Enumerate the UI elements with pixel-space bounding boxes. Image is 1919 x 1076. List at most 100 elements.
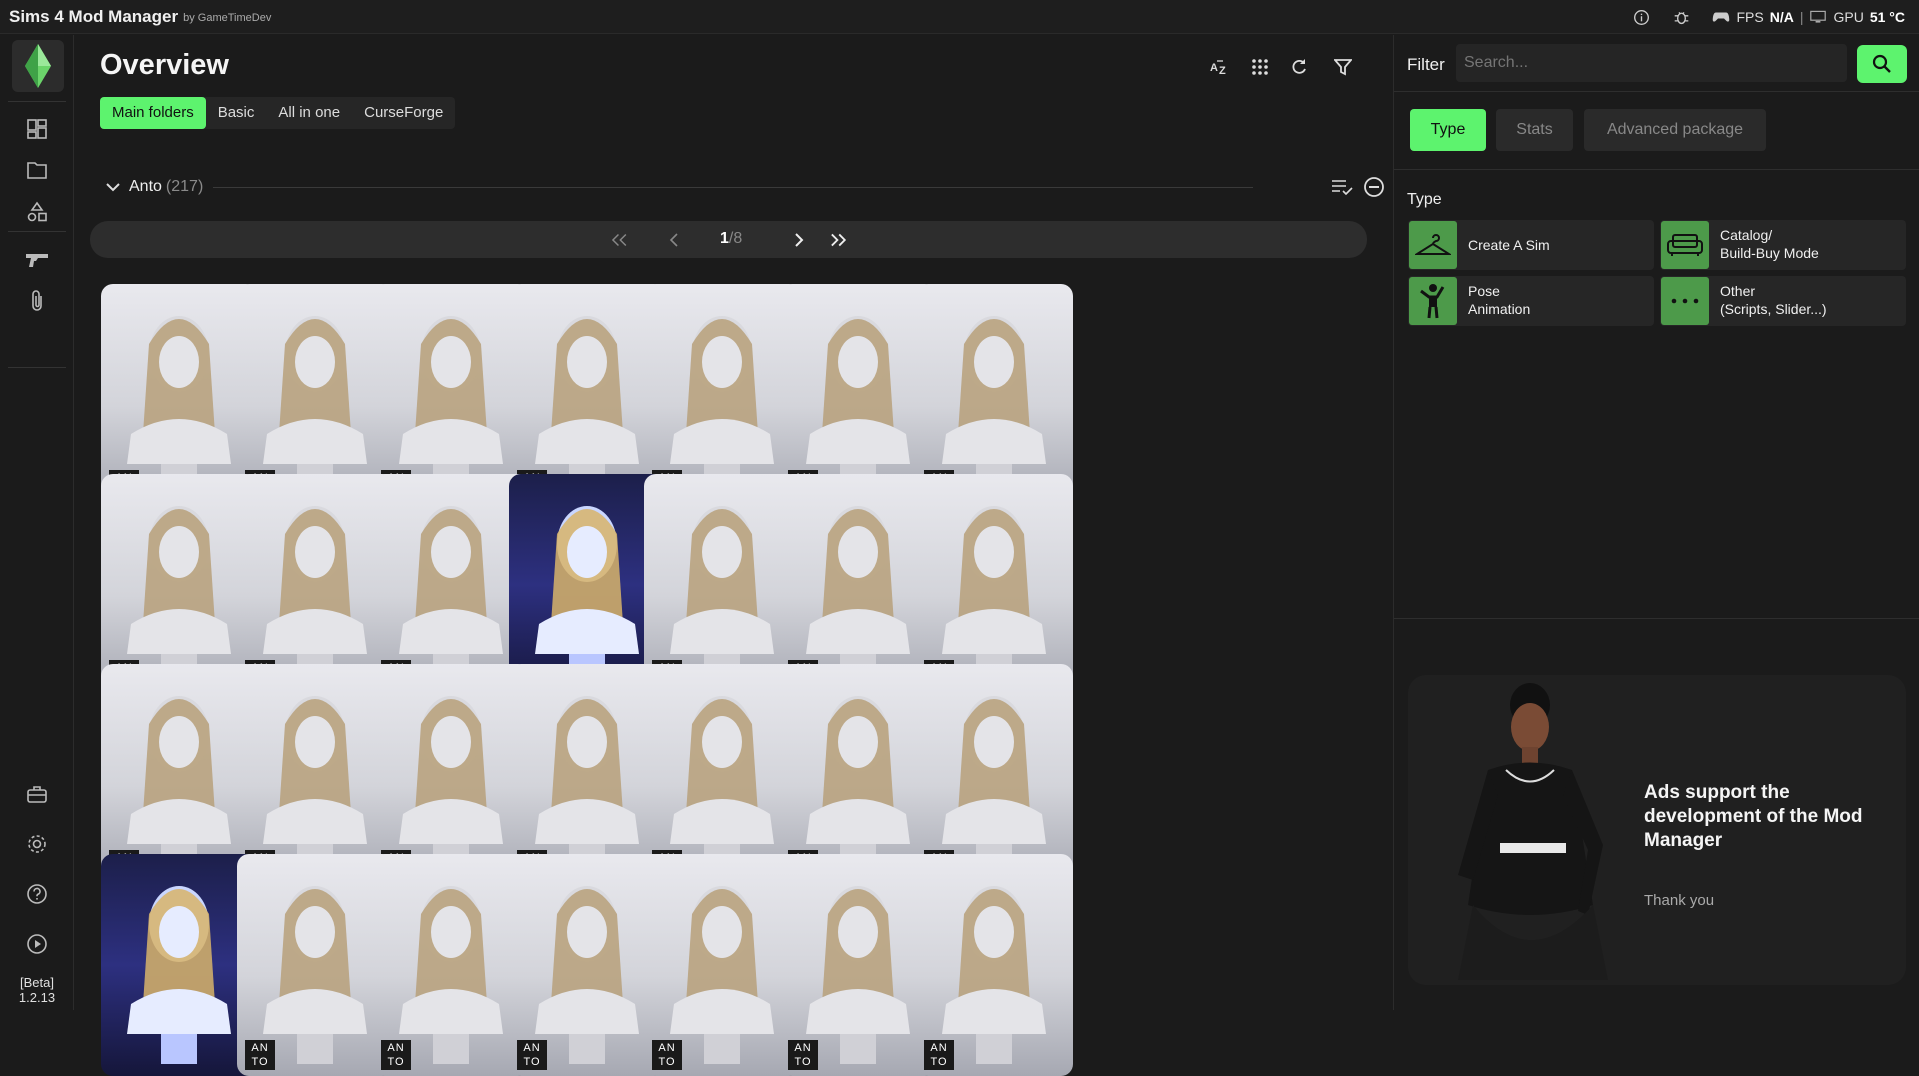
ad-title: Ads support the development of the Mod M… xyxy=(1644,782,1863,851)
grid-view-icon[interactable] xyxy=(1245,52,1275,82)
mod-card[interactable]: AN TO xyxy=(780,664,937,886)
sidebar-divider xyxy=(8,101,66,102)
info-icon[interactable] xyxy=(1632,8,1650,26)
type-create-a-sim[interactable]: Create A Sim xyxy=(1408,220,1654,270)
mannequin-thumbnail xyxy=(127,886,231,1064)
deselect-all-icon[interactable] xyxy=(1362,175,1386,199)
mod-card[interactable] xyxy=(101,854,258,1076)
tab-all-in-one[interactable]: All in one xyxy=(266,97,352,129)
mod-card[interactable]: AN TO xyxy=(101,474,258,696)
type-pose-animation[interactable]: Pose Animation xyxy=(1408,276,1654,326)
gun-icon[interactable] xyxy=(22,245,52,275)
ad-banner[interactable]: Ads support the development of the Mod M… xyxy=(1408,675,1906,985)
mod-card[interactable]: AN TO xyxy=(373,664,530,886)
type-catalog-build-buy[interactable]: Catalog/ Build-Buy Mode xyxy=(1660,220,1906,270)
panel-divider xyxy=(1394,91,1919,92)
last-page-icon[interactable] xyxy=(830,228,854,252)
mannequin-thumbnail xyxy=(535,506,639,684)
sofa-icon xyxy=(1661,221,1709,269)
total-pages: /8 xyxy=(728,230,743,247)
version-info: [Beta] 1.2.13 xyxy=(0,975,74,1005)
bug-icon[interactable] xyxy=(1672,8,1690,26)
tab-main-folders[interactable]: Main folders xyxy=(100,97,206,129)
mod-card[interactable]: AN TO xyxy=(509,854,666,1076)
type-section-title: Type xyxy=(1407,191,1442,208)
gpu-label: GPU xyxy=(1833,9,1864,25)
next-page-icon[interactable] xyxy=(787,228,811,252)
section-count: (217) xyxy=(165,178,204,195)
monitor-icon xyxy=(1809,8,1827,26)
mod-card[interactable]: AN TO xyxy=(644,664,801,886)
main-content: Overview AZ Main folders Basic All in on… xyxy=(75,35,1462,1076)
mod-card[interactable]: AN TO xyxy=(373,854,530,1076)
type-other[interactable]: Other (Scripts, Slider...) xyxy=(1660,276,1906,326)
tab-type[interactable]: Type xyxy=(1410,109,1486,151)
section-header[interactable]: Anto (217) xyxy=(105,172,1413,202)
tab-advanced-package[interactable]: Advanced package xyxy=(1584,109,1766,151)
gpu-value: 51 °C xyxy=(1869,9,1905,25)
mod-card[interactable]: AN TO xyxy=(509,284,666,506)
mod-card[interactable]: AN TO xyxy=(509,664,666,886)
prev-page-icon[interactable] xyxy=(662,228,686,252)
mod-card[interactable] xyxy=(509,474,666,696)
type-label: Catalog/ Build-Buy Mode xyxy=(1720,226,1819,262)
anto-brand-logo: AN TO xyxy=(517,1040,547,1070)
mod-card[interactable]: AN TO xyxy=(780,284,937,506)
mod-card[interactable]: AN TO xyxy=(916,664,1073,886)
mod-card[interactable]: AN TO xyxy=(644,284,801,506)
mod-card[interactable]: AN TO xyxy=(780,474,937,696)
section-divider xyxy=(213,186,1254,188)
anto-brand-logo: AN TO xyxy=(788,1040,818,1070)
current-page: 1 xyxy=(720,230,729,247)
mod-card[interactable]: AN TO xyxy=(916,474,1073,696)
dashboard-icon[interactable] xyxy=(22,114,52,144)
mod-card[interactable]: AN TO xyxy=(644,854,801,1076)
mod-card[interactable]: AN TO xyxy=(237,854,394,1076)
search-button[interactable] xyxy=(1857,45,1907,83)
first-page-icon[interactable] xyxy=(612,228,636,252)
dots-icon xyxy=(1661,277,1709,325)
sidebar: [Beta] 1.2.13 xyxy=(0,35,74,1010)
checklist-icon[interactable] xyxy=(1330,175,1354,199)
paperclip-icon[interactable] xyxy=(22,286,52,316)
plumbob-logo[interactable] xyxy=(12,40,64,92)
folder-tabs: Main folders Basic All in one CurseForge xyxy=(100,97,456,129)
sim-character-image xyxy=(1458,683,1608,980)
svg-text:A: A xyxy=(1210,62,1218,74)
search-input[interactable] xyxy=(1456,44,1847,82)
help-icon[interactable] xyxy=(22,879,52,909)
folder-icon[interactable] xyxy=(22,155,52,185)
toolbox-icon[interactable] xyxy=(22,779,52,809)
section-name: Anto xyxy=(129,178,162,195)
tab-stats[interactable]: Stats xyxy=(1496,109,1573,151)
mod-card[interactable]: AN TO xyxy=(780,854,937,1076)
mod-card[interactable]: AN TO xyxy=(237,664,394,886)
type-label: Create A Sim xyxy=(1468,237,1550,253)
filter-icon[interactable] xyxy=(1328,52,1358,82)
title-bar: Sims 4 Mod Manager by GameTimeDev FPS N/… xyxy=(0,0,1919,34)
mod-card[interactable]: AN TO xyxy=(101,284,258,506)
tab-basic[interactable]: Basic xyxy=(206,97,267,129)
type-label: Pose Animation xyxy=(1468,282,1530,318)
mod-card[interactable]: AN TO xyxy=(644,474,801,696)
type-label-line1: Catalog/ xyxy=(1720,227,1773,243)
app-title: Sims 4 Mod Manager xyxy=(9,6,179,26)
chevron-down-icon[interactable] xyxy=(105,179,121,195)
sort-az-icon[interactable]: AZ xyxy=(1205,52,1235,82)
refresh-icon[interactable] xyxy=(1284,52,1314,82)
mod-card[interactable]: AN TO xyxy=(373,474,530,696)
gear-icon[interactable] xyxy=(22,829,52,859)
mod-card[interactable]: AN TO xyxy=(237,284,394,506)
version-tag: [Beta] xyxy=(20,975,54,990)
mod-card[interactable]: AN TO xyxy=(101,664,258,886)
shapes-icon[interactable] xyxy=(22,197,52,227)
mod-card[interactable]: AN TO xyxy=(916,854,1073,1076)
type-label-line1: Pose xyxy=(1468,283,1500,299)
mod-card[interactable]: AN TO xyxy=(916,284,1073,506)
tab-curseforge[interactable]: CurseForge xyxy=(352,97,455,129)
mod-card[interactable]: AN TO xyxy=(237,474,394,696)
play-icon[interactable] xyxy=(22,929,52,959)
mod-card[interactable]: AN TO xyxy=(373,284,530,506)
gamepad-icon xyxy=(1712,8,1730,26)
filter-label: Filter xyxy=(1407,55,1445,74)
